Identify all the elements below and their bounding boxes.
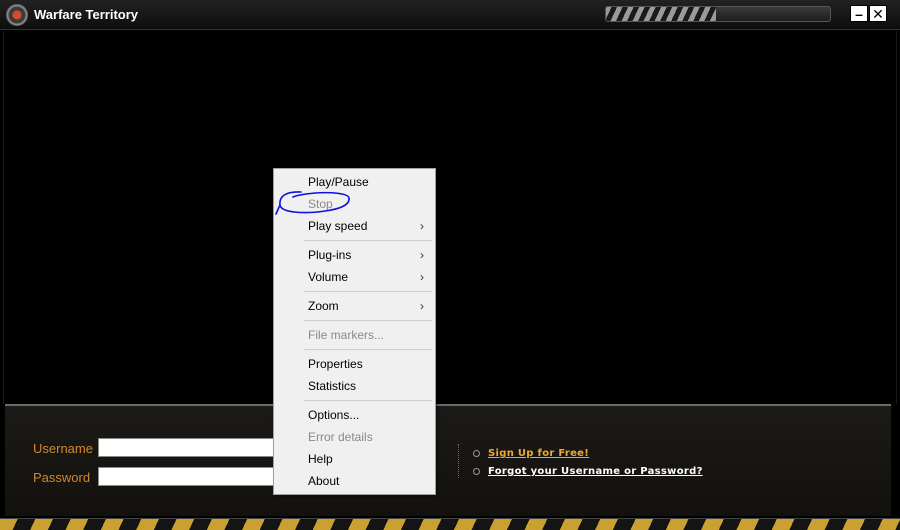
menu-item-play-pause[interactable]: Play/Pause [308,175,432,189]
context-menu: Play/Pause Stop Play speed › Plug-ins › … [273,168,436,495]
forgot-link-row[interactable]: Forgot your Username or Password? [473,466,703,477]
menu-item-play-speed[interactable]: Play speed [308,219,432,233]
menu-item-stop: Stop [308,197,333,211]
chevron-right-icon: › [420,248,424,262]
menu-separator [304,291,432,292]
menu-item-error-details: Error details [308,430,373,444]
password-label: Password [33,470,91,485]
login-divider [458,444,459,478]
menu-item-about[interactable]: About [308,474,432,488]
game-logo-icon [6,4,28,26]
chevron-right-icon: › [420,270,424,284]
menu-item-volume[interactable]: Volume [308,270,432,284]
username-label: Username [33,441,93,456]
signup-link[interactable]: Sign Up for Free! [488,448,589,459]
signup-link-row[interactable]: Sign Up for Free! [473,448,589,459]
menu-item-plug-ins[interactable]: Plug-ins [308,248,432,262]
hazard-stripe-footer [0,518,900,530]
close-button[interactable]: ✕ [869,5,887,22]
menu-item-help[interactable]: Help [308,452,432,466]
menu-separator [304,400,432,401]
menu-item-zoom[interactable]: Zoom [308,299,432,313]
chevron-right-icon: › [420,219,424,233]
window-title: Warfare Territory [34,7,139,22]
menu-separator [304,349,432,350]
bullet-icon [473,450,480,457]
game-viewport[interactable] [3,31,897,404]
bullet-icon [473,468,480,475]
password-input[interactable] [98,467,276,486]
menu-item-statistics[interactable]: Statistics [308,379,432,393]
forgot-credentials-link[interactable]: Forgot your Username or Password? [488,466,703,477]
title-bar: Warfare Territory – ✕ [0,0,900,30]
menu-separator [304,240,432,241]
login-panel: Username Password Sign Up for Free! Forg… [5,404,891,516]
menu-separator [304,320,432,321]
menu-item-file-markers: File markers... [308,328,385,342]
username-input[interactable] [98,438,276,457]
menu-item-properties[interactable]: Properties [308,357,432,371]
title-bar-decoration [605,6,831,22]
minimize-button[interactable]: – [850,5,868,22]
chevron-right-icon: › [420,299,424,313]
menu-item-options[interactable]: Options... [308,408,432,422]
